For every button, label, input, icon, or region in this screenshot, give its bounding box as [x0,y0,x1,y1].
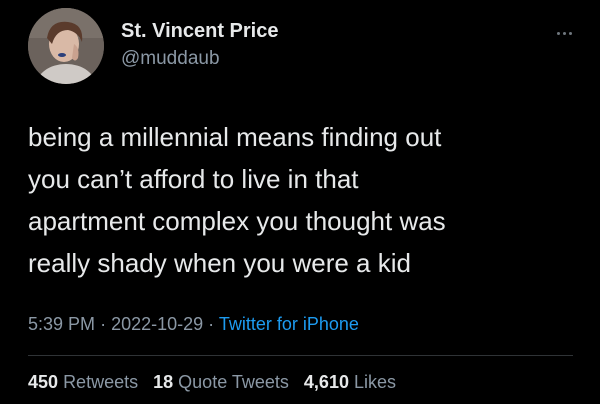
meta-separator: · [208,314,215,334]
dot [562,31,566,35]
tweet-date[interactable]: 2022-10-29 [111,314,203,334]
tweet-time[interactable]: 5:39 PM [28,314,95,334]
tweet-source-link[interactable]: Twitter for iPhone [219,314,359,334]
likes-stat[interactable]: 4,610 Likes [304,372,396,392]
avatar[interactable] [28,8,104,84]
author-display-name[interactable]: St. Vincent Price [121,20,278,43]
quote-tweets-count: 18 [153,372,174,392]
likes-count: 4,610 [303,372,349,392]
quote-tweets-stat[interactable]: 18 Quote Tweets [153,372,294,392]
tweet-card: St. Vincent Price @muddaub being a mille… [0,0,600,404]
more-dots-icon[interactable] [548,22,580,44]
likes-label: Likes [353,372,397,392]
tweet-meta: 5:39 PM · 2022-10-29 · Twitter for iPhon… [28,314,359,335]
retweets-stat[interactable]: 450 Retweets [28,372,143,392]
engagement-stats: 450 Retweets 18 Quote Tweets 4,610 Likes [28,372,396,393]
retweets-label: Retweets [63,372,139,392]
dot [568,31,572,35]
tweet-text: being a millennial means finding out you… [28,122,446,278]
meta-separator: · [100,314,107,334]
dot [556,31,560,35]
divider [28,355,573,356]
retweets-count: 450 [28,372,59,392]
avatar-image [28,8,104,84]
author-handle[interactable]: @muddaub [121,48,220,70]
quote-tweets-label: Quote Tweets [178,372,289,392]
